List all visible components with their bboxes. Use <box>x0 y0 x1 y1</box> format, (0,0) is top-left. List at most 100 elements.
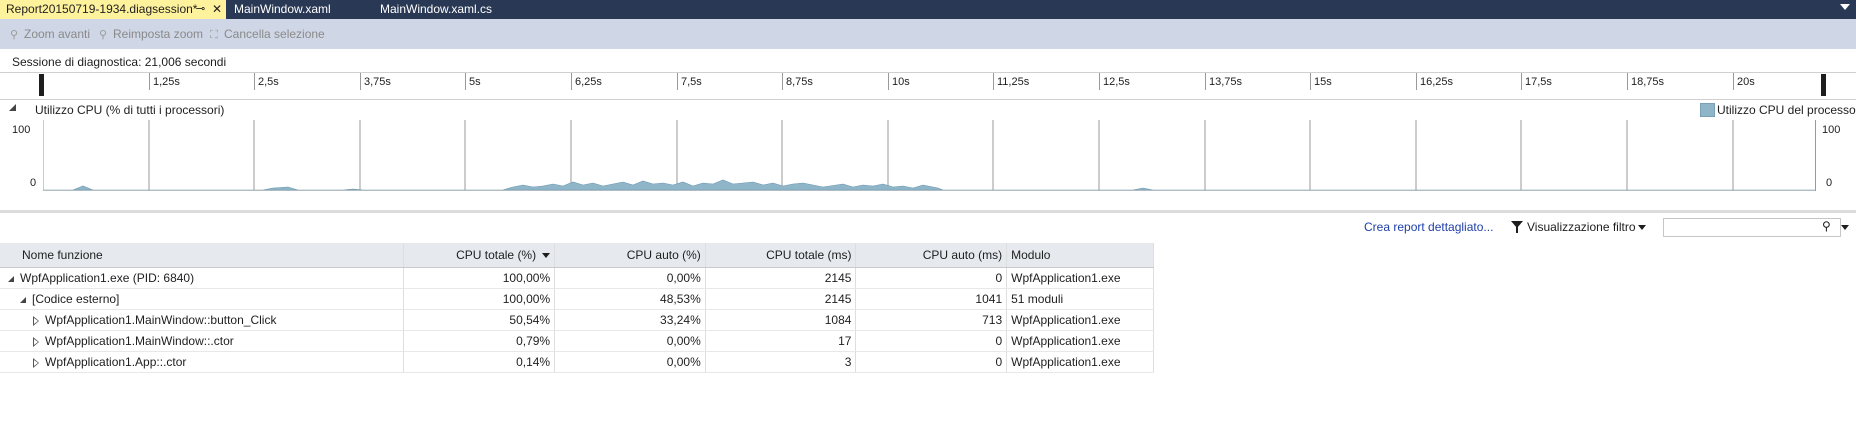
ruler-tick-label: 8,75s <box>786 76 813 88</box>
ruler-tick-label: 10s <box>892 76 910 88</box>
chevron-down-icon[interactable] <box>1840 4 1850 10</box>
cpu-usage-graph[interactable] <box>43 120 1816 191</box>
ruler-tick-label: 7,5s <box>681 76 702 88</box>
y-axis-min-left: 0 <box>30 177 37 189</box>
cell-function-name: [Codice esterno] <box>0 288 405 310</box>
cell-cpu-total-pct: 0,14% <box>403 351 556 373</box>
expand-open-icon[interactable] <box>20 296 26 303</box>
tab-mainwindow-xaml-cs-label: MainWindow.xaml.cs <box>380 2 493 16</box>
cell-module: 51 moduli <box>1006 288 1154 310</box>
cell-module: WpfApplication1.exe <box>1006 309 1154 331</box>
y-axis-max-left: 100 <box>12 124 31 136</box>
table-row[interactable]: WpfApplication1.exe (PID: 6840) 100,00% … <box>0 267 1154 289</box>
function-name: WpfApplication1.MainWindow::.ctor <box>45 334 234 348</box>
selection-start-handle[interactable] <box>39 74 44 96</box>
column-header-cpu-total-pct[interactable]: CPU totale (%) <box>403 243 556 268</box>
tab-mainwindow-xaml-cs[interactable]: MainWindow.xaml.cs <box>380 0 492 19</box>
expand-closed-icon[interactable] <box>33 336 39 347</box>
create-detailed-report-link[interactable]: Crea report dettagliato... <box>1364 220 1493 234</box>
ruler-tick <box>465 73 466 90</box>
ruler-tick <box>149 73 150 90</box>
table-row[interactable]: WpfApplication1.MainWindow::.ctor 0,79% … <box>0 330 1154 352</box>
zoom-in-button[interactable]: ⚲ Zoom avanti <box>10 27 90 41</box>
tab-diagsession[interactable]: Report20150719-1934.diagsession* ⊸ ✕ <box>0 0 226 19</box>
reset-zoom-icon: ⚲ <box>99 29 108 41</box>
filter-view-button[interactable]: Visualizzazione filtro <box>1527 220 1636 234</box>
column-header-module[interactable]: Modulo <box>1006 243 1154 268</box>
cpu-graph-title: Utilizzo CPU (% di tutti i processori) <box>35 103 225 117</box>
y-axis-min-right: 0 <box>1826 177 1833 189</box>
column-header-cpu-total-ms[interactable]: CPU totale (ms) <box>705 243 857 268</box>
sort-descending-icon <box>542 253 551 259</box>
collapse-icon[interactable] <box>9 104 16 111</box>
cell-cpu-total-ms: 17 <box>705 330 857 352</box>
cell-cpu-self-pct: 0,00% <box>554 330 706 352</box>
reset-zoom-button[interactable]: ⚲ Reimposta zoom <box>99 27 203 41</box>
filter-dropdown-icon[interactable] <box>1638 225 1646 230</box>
search-icon[interactable]: ⚲ <box>1822 219 1831 233</box>
function-call-table: Nome funzione CPU totale (%) CPU auto (%… <box>0 243 1154 373</box>
table-row[interactable]: WpfApplication1.App::.ctor 0,14% 0,00% 3… <box>0 351 1154 373</box>
ruler-tick <box>360 73 361 90</box>
ruler-tick-label: 2,5s <box>258 76 279 88</box>
expand-closed-icon[interactable] <box>33 357 39 368</box>
cell-function-name: WpfApplication1.App::.ctor <box>0 351 405 373</box>
cell-cpu-self-ms: 713 <box>855 309 1008 331</box>
ruler-tick-label: 16,25s <box>1420 76 1454 88</box>
ruler-tick-label: 13,75s <box>1209 76 1243 88</box>
document-tab-strip: Report20150719-1934.diagsession* ⊸ ✕ Mai… <box>0 0 1856 19</box>
zoom-in-icon: ⚲ <box>10 29 19 41</box>
ruler-tick <box>677 73 678 90</box>
ruler-tick <box>888 73 889 90</box>
cell-cpu-self-pct: 0,00% <box>554 351 706 373</box>
cell-cpu-self-ms: 1041 <box>855 288 1008 310</box>
search-options-icon[interactable] <box>1841 225 1849 230</box>
cell-module: WpfApplication1.exe <box>1006 330 1154 352</box>
cell-cpu-total-pct: 0,79% <box>403 330 556 352</box>
search-input[interactable] <box>1663 218 1841 237</box>
tab-diagsession-label: Report20150719-1934.diagsession* <box>6 2 198 16</box>
ruler-tick <box>993 73 994 90</box>
table-row[interactable]: WpfApplication1.MainWindow::button_Click… <box>0 309 1154 331</box>
cell-cpu-self-pct: 48,53% <box>554 288 706 310</box>
cell-cpu-total-ms: 1084 <box>705 309 857 331</box>
cell-cpu-self-pct: 0,00% <box>554 267 706 289</box>
cell-module: WpfApplication1.exe <box>1006 267 1154 289</box>
column-header-cpu-self-ms[interactable]: CPU auto (ms) <box>855 243 1008 268</box>
reset-zoom-label: Reimposta zoom <box>113 27 204 41</box>
close-icon[interactable]: ✕ <box>212 0 222 19</box>
ruler-tick-label: 15s <box>1314 76 1332 88</box>
cell-cpu-self-pct: 33,24% <box>554 309 706 331</box>
legend-swatch <box>1700 103 1715 117</box>
table-row[interactable]: [Codice esterno] 100,00% 48,53% 2145 104… <box>0 288 1154 310</box>
ruler-tick-label: 12,5s <box>1103 76 1130 88</box>
cell-function-name: WpfApplication1.exe (PID: 6840) <box>0 267 405 289</box>
expand-closed-icon[interactable] <box>33 315 39 326</box>
cell-function-name: WpfApplication1.MainWindow::button_Click <box>0 309 405 331</box>
ruler-tick-label: 17,5s <box>1525 76 1552 88</box>
ruler-tick <box>1627 73 1628 90</box>
function-name: WpfApplication1.App::.ctor <box>45 355 187 369</box>
filter-icon-stem <box>1516 227 1518 233</box>
table-header-row: Nome funzione CPU totale (%) CPU auto (%… <box>0 243 1154 268</box>
column-header-cpu-self-pct[interactable]: CPU auto (%) <box>554 243 706 268</box>
ruler-tick <box>782 73 783 90</box>
clear-selection-button[interactable]: ⛶ Cancella selezione <box>210 27 325 41</box>
zoom-toolbar: ⚲ Zoom avanti ⚲ Reimposta zoom ⛶ Cancella s… <box>0 19 1856 49</box>
expand-open-icon[interactable] <box>8 275 14 282</box>
ruler-tick <box>1733 73 1734 90</box>
function-name: WpfApplication1.exe (PID: 6840) <box>20 271 195 285</box>
ruler-tick <box>1205 73 1206 90</box>
ruler-tick-label: 20s <box>1737 76 1755 88</box>
clear-selection-icon: ⛶ <box>210 29 218 41</box>
ruler-tick <box>571 73 572 90</box>
tab-mainwindow-xaml[interactable]: MainWindow.xaml <box>234 0 331 19</box>
selection-end-handle[interactable] <box>1821 74 1826 96</box>
column-header-function-name[interactable]: Nome funzione <box>0 243 405 268</box>
y-axis-max-right: 100 <box>1822 124 1841 136</box>
timeline-ruler[interactable]: 1,25s 2,5s 3,75s 5s 6,25s 7,5s 8,75s 10s 11,25s 1… <box>0 72 1856 100</box>
ruler-tick <box>1521 73 1522 90</box>
pin-icon[interactable]: ⊸ <box>196 0 205 19</box>
cell-cpu-total-ms: 3 <box>705 351 857 373</box>
tab-mainwindow-xaml-label: MainWindow.xaml <box>234 2 331 16</box>
